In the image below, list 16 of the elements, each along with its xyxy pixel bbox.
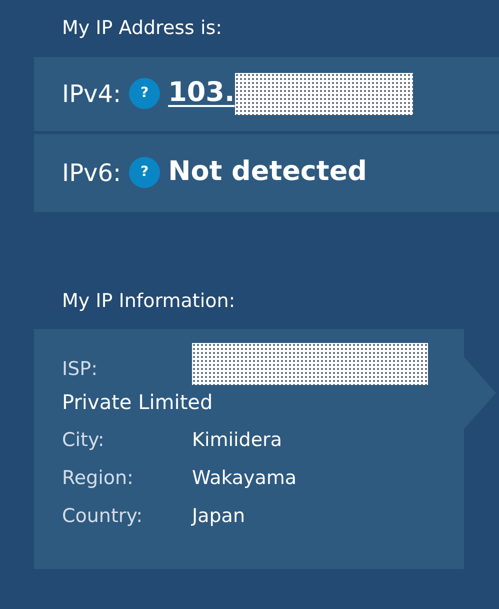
help-button[interactable]: ? xyxy=(129,78,160,109)
field-value: Kimiidera xyxy=(192,428,282,453)
help-button[interactable]: ? xyxy=(129,157,160,188)
field-value: Wakayama xyxy=(192,466,297,491)
field-label: Country: xyxy=(62,504,144,529)
field-value: Japan xyxy=(192,504,245,529)
section-heading: My IP Address is: xyxy=(61,16,222,41)
address-label: IPv4: xyxy=(62,78,122,110)
field-value: Private Limited xyxy=(62,389,213,416)
address-link[interactable]: 103. xyxy=(168,73,235,114)
address-value: Not detected xyxy=(168,155,367,190)
field-label: Region: xyxy=(62,466,134,491)
field-label: ISP: xyxy=(62,356,99,382)
section-heading: My IP Information: xyxy=(61,288,236,314)
field-label: City: xyxy=(62,428,106,453)
address-label: IPv6: xyxy=(62,158,122,188)
